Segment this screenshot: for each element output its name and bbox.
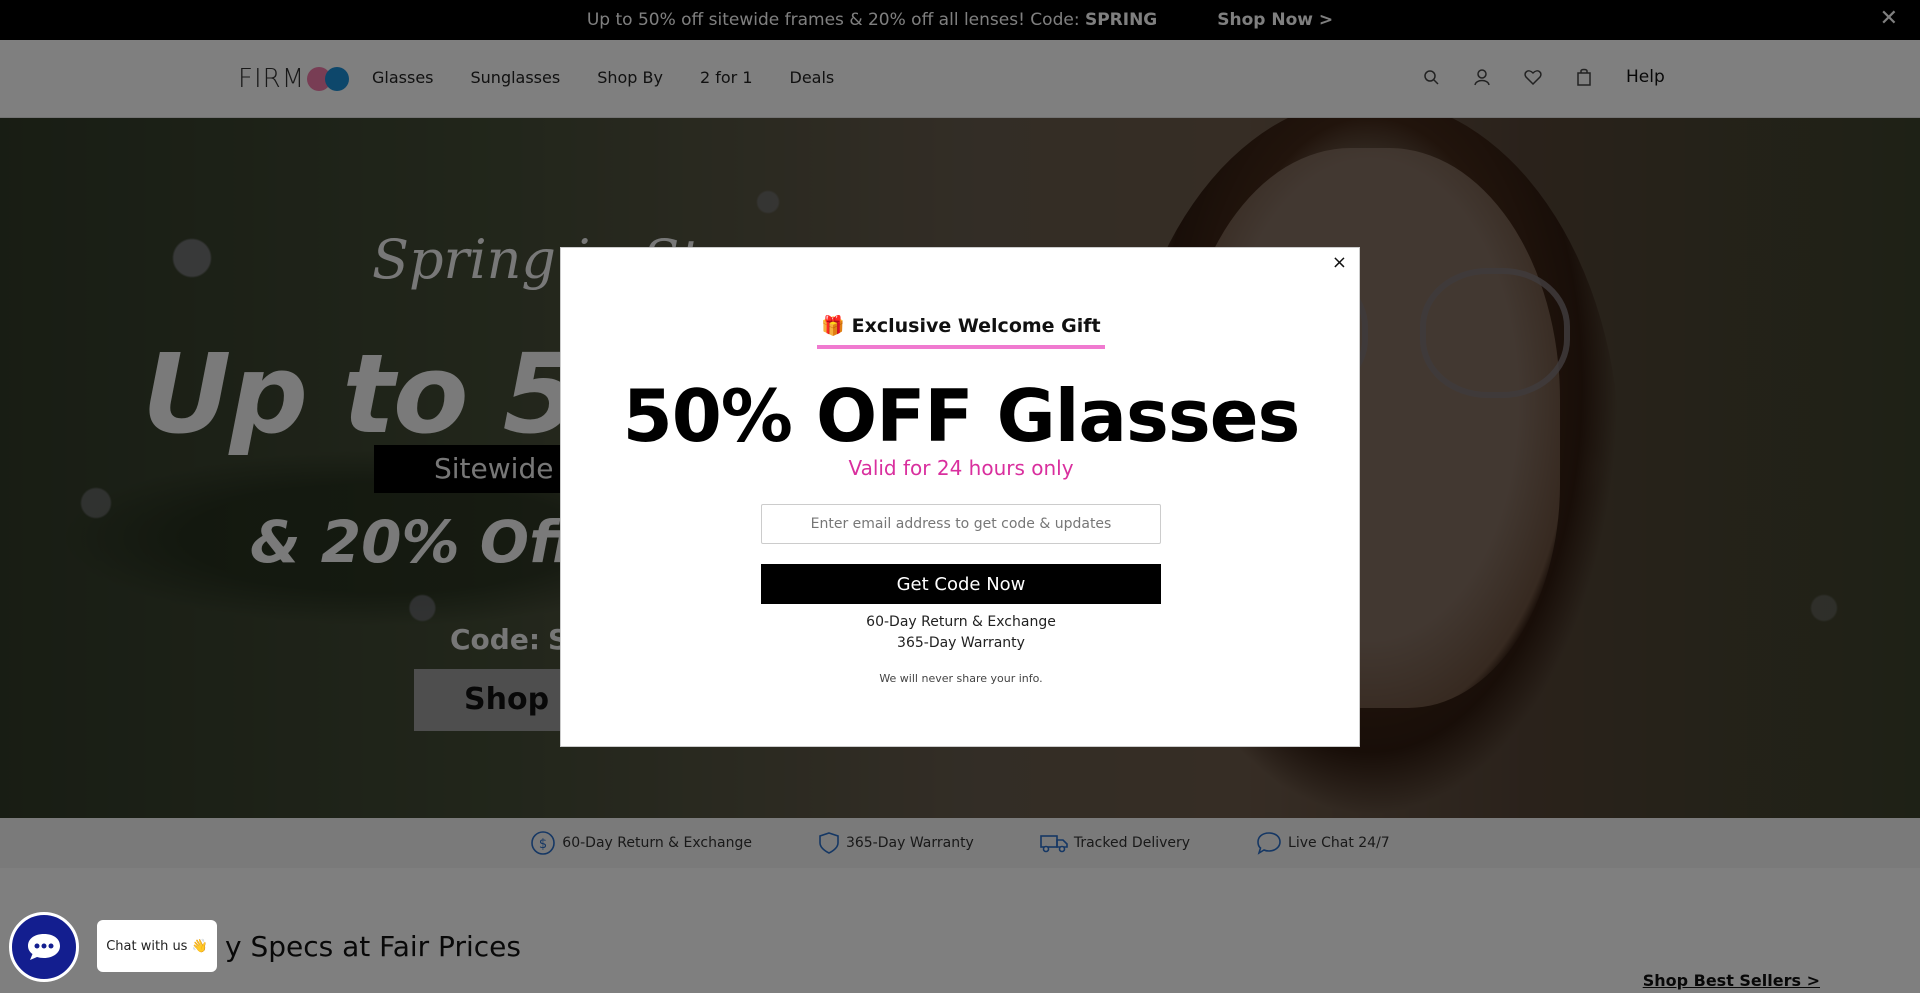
modal-headline: 50% OFF Glasses <box>622 374 1301 458</box>
chat-launcher-button[interactable] <box>9 912 79 982</box>
email-field[interactable] <box>761 504 1161 544</box>
get-code-button[interactable]: Get Code Now <box>761 564 1161 604</box>
modal-valid-text: Valid for 24 hours only <box>848 456 1074 480</box>
chat-icon <box>28 934 60 960</box>
welcome-gift-modal: × 🎁 Exclusive Welcome Gift 50% OFF Glass… <box>560 247 1360 747</box>
gift-underline <box>817 345 1105 349</box>
modal-perk-return: 60-Day Return & Exchange <box>866 614 1056 630</box>
modal-close-icon[interactable]: × <box>1332 252 1347 273</box>
modal-perk-warranty: 365-Day Warranty <box>897 635 1025 651</box>
modal-gift-heading: 🎁 Exclusive Welcome Gift <box>821 315 1101 337</box>
modal-privacy-note: We will never share your info. <box>879 672 1043 685</box>
chat-with-us-label[interactable]: Chat with us 👋 <box>97 920 217 972</box>
